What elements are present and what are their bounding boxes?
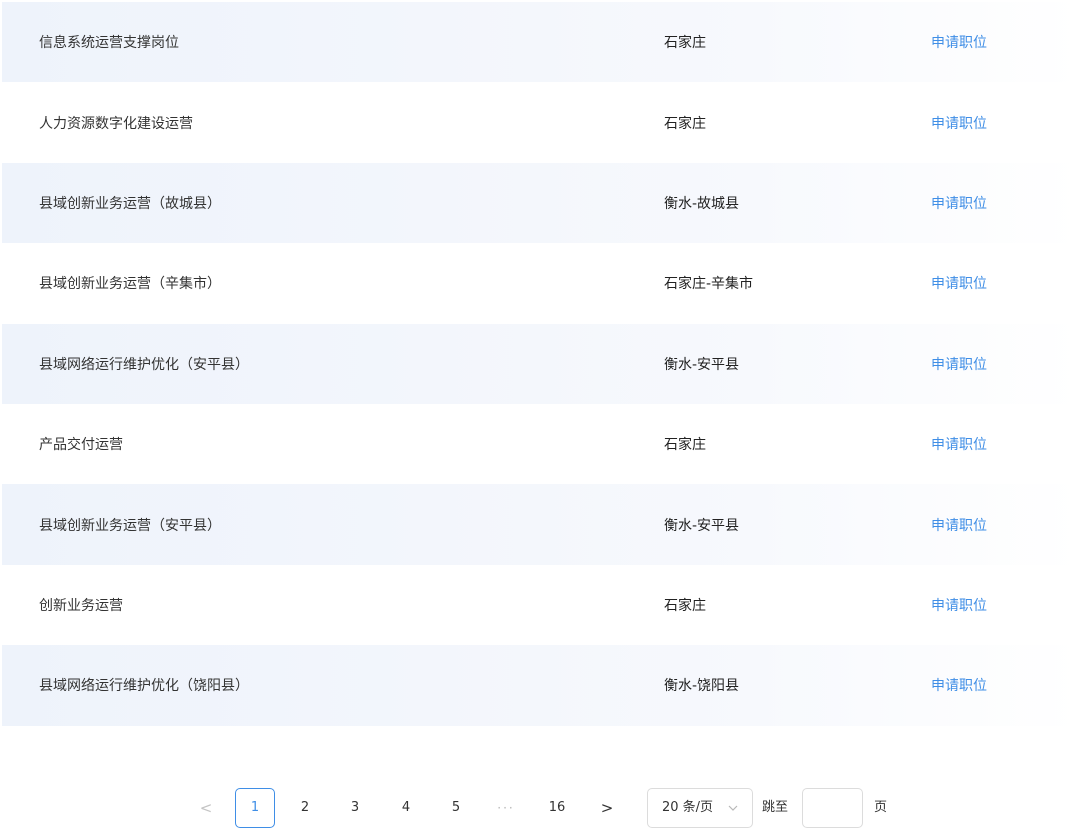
prev-page-button[interactable]: < [196, 788, 216, 828]
job-row: 创新业务运营 石家庄 申请职位 [2, 565, 1080, 645]
apply-job-link[interactable]: 申请职位 [931, 595, 987, 615]
job-list: 信息系统运营支撑岗位 石家庄 申请职位 人力资源数字化建设运营 石家庄 申请职位… [2, 2, 1080, 726]
page-button-current[interactable]: 1 [235, 788, 275, 828]
job-title[interactable]: 县域创新业务运营（辛集市） [39, 273, 221, 293]
job-row: 县域创新业务运营（故城县） 衡水-故城县 申请职位 [2, 162, 1080, 244]
job-city: 石家庄 [664, 115, 706, 132]
apply-job-link[interactable]: 申请职位 [931, 515, 987, 535]
apply-job-link[interactable]: 申请职位 [931, 354, 987, 374]
jump-page-suffix: 页 [874, 800, 888, 815]
job-city: 衡水-饶阳县 [664, 678, 740, 695]
job-city: 石家庄 [664, 35, 706, 52]
page-button-last[interactable]: 16 [545, 788, 569, 828]
page-ellipsis[interactable]: ··· [494, 788, 518, 828]
job-row: 县域创新业务运营（安平县） 衡水-安平县 申请职位 [2, 484, 1080, 565]
job-title[interactable]: 县域网络运行维护优化（饶阳县） [39, 675, 249, 695]
job-city: 衡水-安平县 [664, 356, 740, 373]
apply-job-link[interactable]: 申请职位 [931, 434, 987, 454]
job-city: 石家庄 [664, 597, 706, 614]
job-city: 衡水-故城县 [664, 195, 740, 212]
apply-job-link[interactable]: 申请职位 [931, 32, 987, 52]
job-title[interactable]: 产品交付运营 [39, 434, 123, 454]
job-title[interactable]: 创新业务运营 [39, 595, 123, 615]
job-city: 石家庄-辛集市 [664, 276, 754, 293]
job-row: 信息系统运营支撑岗位 石家庄 申请职位 [2, 2, 1080, 83]
apply-job-link[interactable]: 申请职位 [931, 113, 987, 133]
next-page-button[interactable]: > [597, 788, 617, 828]
job-city: 石家庄 [664, 437, 706, 454]
page-size-select[interactable]: 20 条/页 [647, 788, 753, 828]
job-title[interactable]: 人力资源数字化建设运营 [39, 113, 193, 133]
apply-job-link[interactable]: 申请职位 [931, 675, 987, 695]
jump-page-input[interactable] [802, 788, 863, 828]
apply-job-link[interactable]: 申请职位 [931, 193, 987, 213]
job-row: 人力资源数字化建设运营 石家庄 申请职位 [2, 82, 1080, 162]
page-button[interactable]: 2 [295, 788, 315, 828]
job-title[interactable]: 县域创新业务运营（故城县） [39, 193, 221, 213]
job-city: 衡水-安平县 [664, 517, 740, 534]
job-row: 县域网络运行维护优化（安平县） 衡水-安平县 申请职位 [2, 323, 1080, 404]
jump-to-label: 跳至 [762, 800, 789, 815]
page-button[interactable]: 3 [345, 788, 365, 828]
job-title[interactable]: 信息系统运营支撑岗位 [39, 32, 179, 52]
page-button[interactable]: 4 [396, 788, 416, 828]
pagination: < 1 2 3 4 5 ··· 16 > 20 条/页 跳至 页 [0, 788, 1080, 828]
job-row: 县域创新业务运营（辛集市） 石家庄-辛集市 申请职位 [2, 243, 1080, 323]
chevron-down-icon [728, 805, 738, 811]
job-listing-page: 信息系统运营支撑岗位 石家庄 申请职位 人力资源数字化建设运营 石家庄 申请职位… [0, 0, 1080, 837]
job-row: 产品交付运营 石家庄 申请职位 [2, 404, 1080, 484]
job-row: 县域网络运行维护优化（饶阳县） 衡水-饶阳县 申请职位 [2, 645, 1080, 726]
job-title[interactable]: 县域网络运行维护优化（安平县） [39, 354, 249, 374]
page-button[interactable]: 5 [446, 788, 466, 828]
apply-job-link[interactable]: 申请职位 [931, 273, 987, 293]
page-size-value: 20 条/页 [662, 800, 714, 815]
job-title[interactable]: 县域创新业务运营（安平县） [39, 515, 221, 535]
